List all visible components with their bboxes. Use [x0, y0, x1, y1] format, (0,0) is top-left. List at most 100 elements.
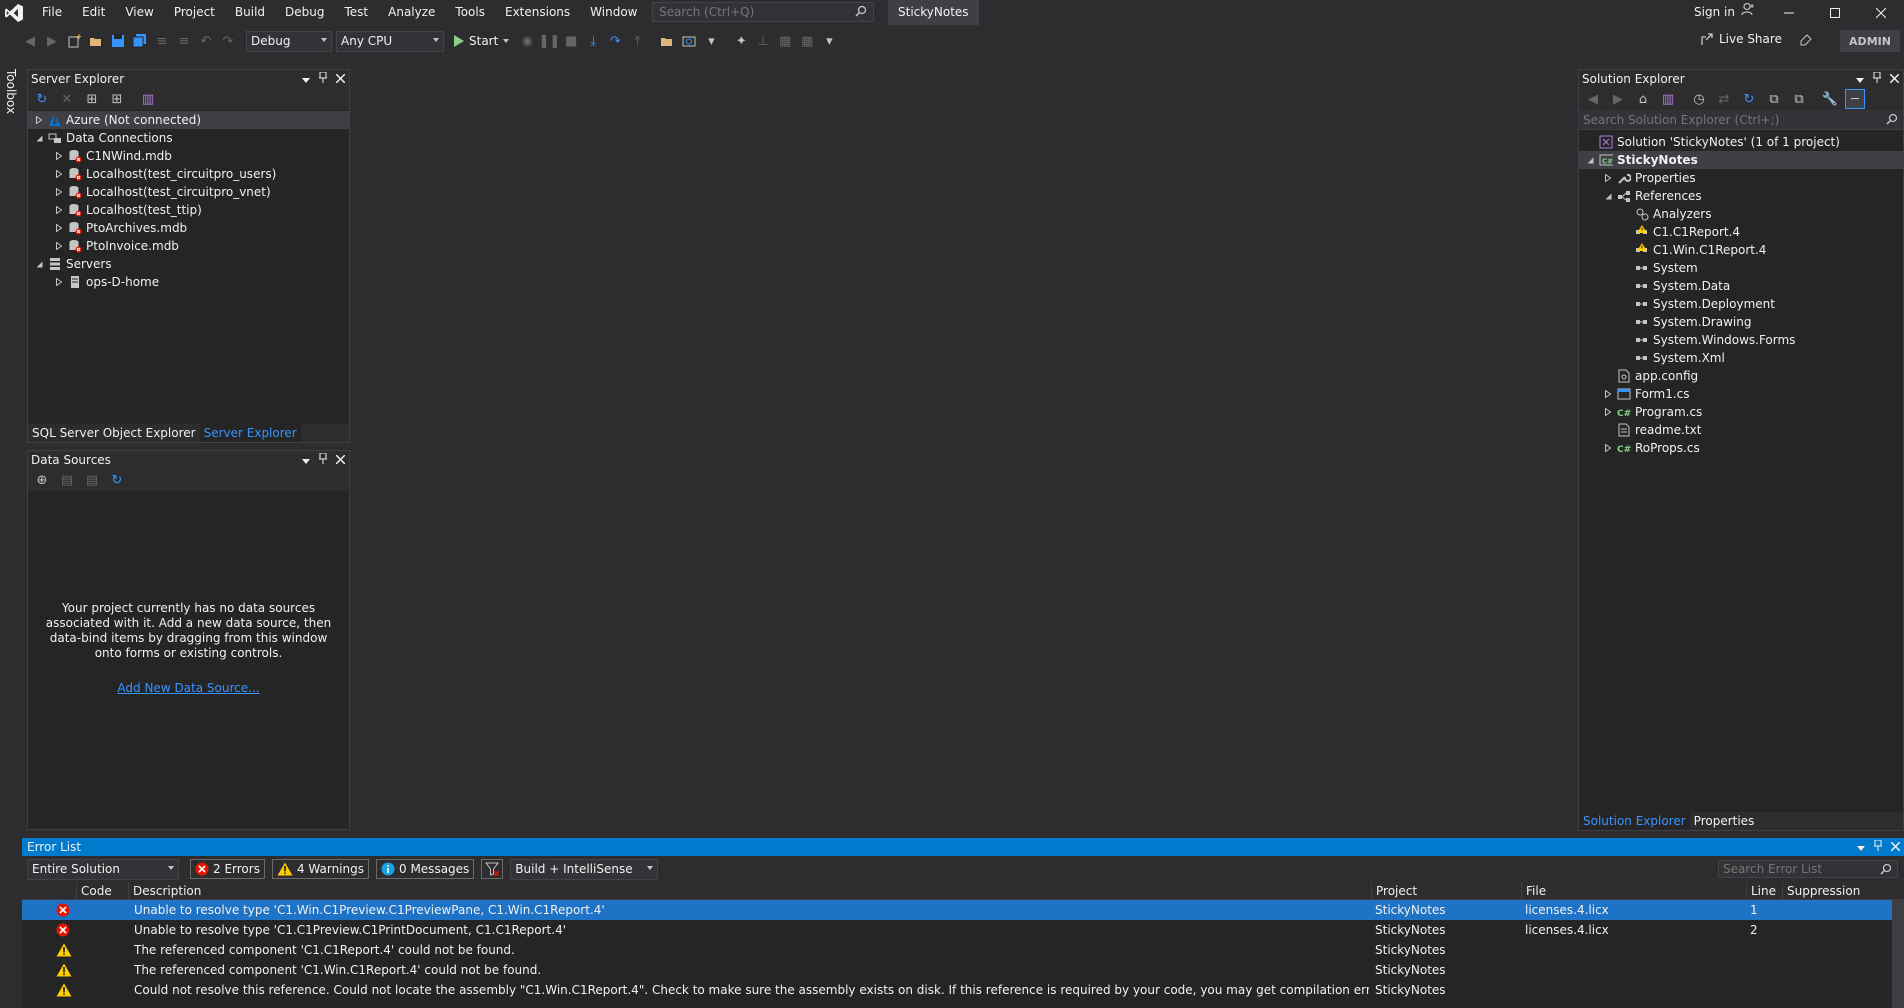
solution-search-input[interactable] [1583, 112, 1873, 127]
tree-node[interactable]: C1.Win.C1Report.4 [1579, 241, 1903, 259]
tree-node[interactable]: System.Drawing [1579, 313, 1903, 331]
connect-database-icon[interactable]: ⊞ [82, 89, 102, 109]
switch-views-icon[interactable]: ▥ [1658, 89, 1678, 109]
close-icon[interactable] [335, 72, 346, 86]
navigate-forward-icon[interactable]: ▶ [42, 31, 62, 51]
window-options-icon[interactable] [1857, 840, 1865, 854]
minimize-button[interactable] [1766, 0, 1812, 25]
uncomment-icon[interactable]: ≡ [174, 31, 194, 51]
menu-view[interactable]: View [115, 0, 163, 25]
column-project[interactable]: Project [1371, 882, 1521, 900]
breakpoint-tools-icon[interactable]: ✦ [731, 31, 751, 51]
collapse-arrow-icon[interactable] [1585, 153, 1595, 168]
save-icon[interactable] [108, 31, 128, 51]
expand-arrow-icon[interactable] [54, 149, 64, 164]
warnings-filter-button[interactable]: 4 Warnings [271, 859, 369, 879]
show-all-files-icon[interactable]: ⧉ [1789, 89, 1809, 109]
search-icon[interactable] [1885, 113, 1899, 128]
tree-node[interactable]: Localhost(test_ttip) [28, 201, 349, 219]
menu-edit[interactable]: Edit [72, 0, 115, 25]
error-row[interactable]: Unable to resolve type 'C1.Win.C1Preview… [22, 900, 1904, 920]
clear-filter-button[interactable] [481, 859, 504, 879]
toolbar-overflow-icon[interactable]: ▾ [819, 31, 839, 51]
forward-icon[interactable]: ▶ [1608, 89, 1628, 109]
window-options-icon[interactable] [302, 453, 310, 467]
tree-node[interactable]: Localhost(test_circuitpro_users) [28, 165, 349, 183]
user-badge[interactable]: ADMIN [1840, 30, 1900, 52]
save-all-icon[interactable] [130, 31, 150, 51]
close-icon[interactable] [1889, 72, 1900, 86]
menu-file[interactable]: File [32, 0, 72, 25]
platform-select[interactable]: Any CPU [336, 30, 444, 52]
new-project-icon[interactable] [64, 31, 84, 51]
tree-node[interactable]: Form1.cs [1579, 385, 1903, 403]
menu-test[interactable]: Test [334, 0, 378, 25]
menu-debug[interactable]: Debug [275, 0, 334, 25]
column-description[interactable]: Description [128, 882, 1371, 900]
error-list-search-input[interactable] [1723, 862, 1873, 876]
tree-node[interactable]: C1.C1Report.4 [1579, 223, 1903, 241]
preview-selected-icon[interactable]: ─ [1845, 89, 1865, 109]
window-options-icon[interactable] [1856, 72, 1864, 86]
error-list-search[interactable] [1718, 860, 1898, 878]
redo-icon[interactable]: ↷ [218, 31, 238, 51]
column-code[interactable]: Code [76, 882, 128, 900]
tree-node[interactable]: System.Windows.Forms [1579, 331, 1903, 349]
hot-reload-icon[interactable]: ◉ [517, 31, 537, 51]
tree-node[interactable]: PtoInvoice.mdb [28, 237, 349, 255]
live-share-button[interactable]: Live Share [1700, 32, 1782, 46]
azure-connect-icon[interactable]: ▥ [138, 89, 158, 109]
undo-icon[interactable]: ↶ [196, 31, 216, 51]
column-line[interactable]: Line [1746, 882, 1782, 900]
tree-node[interactable]: Properties [1579, 169, 1903, 187]
maximize-button[interactable] [1812, 0, 1858, 25]
window-options-icon[interactable] [302, 72, 310, 86]
pin-icon[interactable] [1874, 839, 1882, 854]
collapse-arrow-icon[interactable] [1603, 189, 1613, 204]
scope-select[interactable]: Entire Solution [27, 858, 179, 880]
tree-node[interactable]: Analyzers [1579, 205, 1903, 223]
stop-icon[interactable]: ■ [561, 31, 581, 51]
sign-in-button[interactable]: Sign in [1694, 0, 1755, 25]
tree-node[interactable]: C1NWind.mdb [28, 147, 349, 165]
build-filter-select[interactable]: Build + IntelliSense [510, 858, 659, 880]
refresh-icon[interactable]: ↻ [107, 470, 127, 490]
feedback-icon[interactable] [1798, 32, 1814, 51]
expand-arrow-icon[interactable] [1603, 171, 1613, 186]
pin-icon[interactable] [319, 71, 327, 86]
home-icon[interactable]: ⌂ [1633, 89, 1653, 109]
column-file[interactable]: File [1521, 882, 1746, 900]
toolbox-tab[interactable]: Toolbox [4, 69, 18, 114]
visual-studio-logo-icon[interactable] [0, 0, 28, 25]
open-file-icon[interactable] [86, 31, 106, 51]
tree-node[interactable]: Azure (Not connected) [28, 111, 349, 129]
add-new-data-source-link[interactable]: Add New Data Source... [28, 681, 349, 695]
error-row[interactable]: The referenced component 'C1.C1Report.4'… [22, 940, 1904, 960]
back-icon[interactable]: ◀ [1583, 89, 1603, 109]
expand-arrow-icon[interactable] [1603, 387, 1613, 402]
pin-icon[interactable] [319, 452, 327, 467]
pin-icon[interactable] [1873, 71, 1881, 86]
refresh-icon[interactable]: ↻ [1739, 89, 1759, 109]
configure-data-source-icon[interactable]: ▤ [82, 470, 102, 490]
navigate-back-icon[interactable]: ◀ [20, 31, 40, 51]
refresh-icon[interactable]: ↻ [32, 89, 52, 109]
step-out-icon[interactable]: ⤒ [627, 31, 647, 51]
screenshot-icon[interactable] [679, 31, 699, 51]
step-into-icon[interactable]: ⤓ [583, 31, 603, 51]
step-over-icon[interactable]: ↷ [605, 31, 625, 51]
menu-extensions[interactable]: Extensions [495, 0, 580, 25]
tree-node[interactable]: Servers [28, 255, 349, 273]
expand-arrow-icon[interactable] [1603, 405, 1613, 420]
tab-solution-explorer[interactable]: Solution Explorer [1579, 812, 1690, 830]
tree-node[interactable]: app.config [1579, 367, 1903, 385]
connect-server-icon[interactable]: ⊞ [107, 89, 127, 109]
close-icon[interactable] [335, 453, 346, 467]
error-row[interactable]: The referenced component 'C1.Win.C1Repor… [22, 960, 1904, 980]
expand-arrow-icon[interactable] [54, 167, 64, 182]
close-icon[interactable] [1890, 840, 1901, 854]
menu-build[interactable]: Build [225, 0, 275, 25]
search-icon[interactable] [1879, 863, 1893, 878]
collapse-arrow-icon[interactable] [34, 131, 44, 146]
tree-node[interactable]: C# StickyNotes [1579, 151, 1903, 169]
